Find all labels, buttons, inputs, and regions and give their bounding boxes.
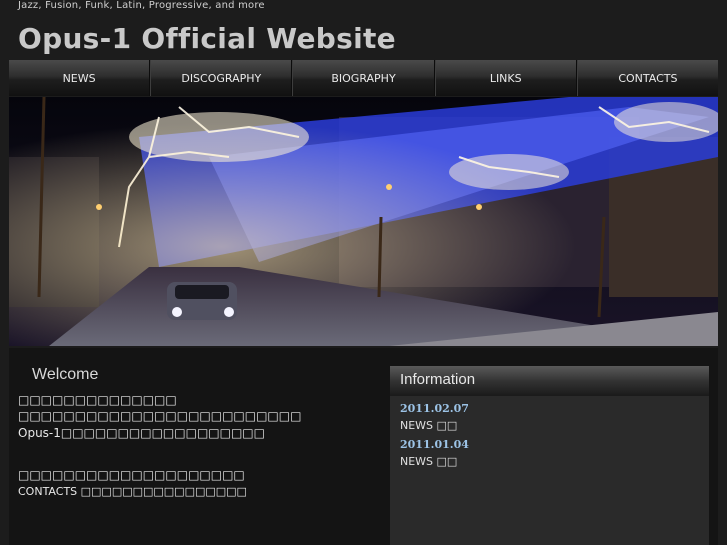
- info-entry: 2011.02.07 NEWS □□: [390, 402, 709, 432]
- welcome-text-line: □□□□□□□□□□□□□□□□□□□□□□□□□: [18, 409, 302, 423]
- night-street-illumination-image: [9, 97, 718, 346]
- site-tagline: Jazz, Fusion, Funk, Latin, Progressive, …: [18, 0, 265, 11]
- welcome-heading: Welcome: [32, 366, 99, 383]
- information-heading: Information: [390, 366, 709, 396]
- page: Jazz, Fusion, Funk, Latin, Progressive, …: [0, 0, 727, 545]
- info-entry-link[interactable]: NEWS □□: [400, 419, 709, 432]
- info-entry-date: 2011.02.07: [400, 402, 469, 415]
- welcome-text-line: Opus-1□□□□□□□□□□□□□□□□□□: [18, 426, 265, 440]
- welcome-text-line: □□□□□□□□□□□□□□: [18, 393, 177, 407]
- main-nav: NEWS DISCOGRAPHY BIOGRAPHY LINKS CONTACT…: [9, 60, 718, 96]
- welcome-contacts-line[interactable]: CONTACTS □□□□□□□□□□□□□□□□: [18, 485, 247, 498]
- info-entry-link[interactable]: NEWS □□: [400, 455, 709, 468]
- hero-image: [9, 97, 718, 346]
- nav-links[interactable]: LINKS: [434, 60, 577, 96]
- info-entry-date: 2011.01.04: [400, 438, 469, 451]
- nav-contacts[interactable]: CONTACTS: [576, 60, 718, 96]
- nav-discography[interactable]: DISCOGRAPHY: [150, 60, 293, 96]
- information-panel: Information 2011.02.07 NEWS □□ 2011.01.0…: [390, 366, 709, 545]
- info-entry: 2011.01.04 NEWS □□: [390, 438, 709, 468]
- nav-news[interactable]: NEWS: [9, 60, 151, 96]
- nav-biography[interactable]: BIOGRAPHY: [292, 60, 435, 96]
- welcome-text-line: □□□□□□□□□□□□□□□□□□□□: [18, 468, 245, 482]
- site-title[interactable]: Opus-1 Official Website: [18, 22, 396, 55]
